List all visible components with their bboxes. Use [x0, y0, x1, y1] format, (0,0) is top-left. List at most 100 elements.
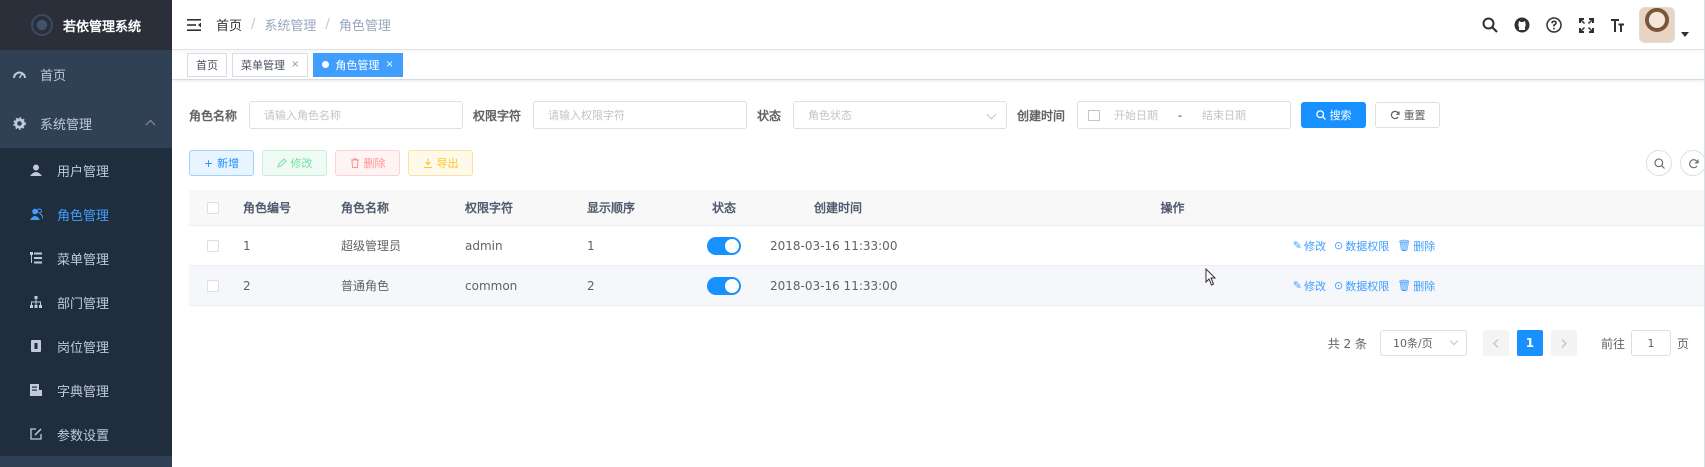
sidebar-item-label: 用户管理 [57, 164, 110, 180]
search-icon [1315, 110, 1326, 120]
sidebar-item-dict[interactable]: 字典管理 [0, 368, 172, 412]
cell-sort: 2 [587, 278, 595, 293]
avatar[interactable] [1639, 7, 1675, 43]
reset-button[interactable]: 重置 [1375, 102, 1441, 128]
export-button-label: 导出 [436, 157, 459, 170]
user-icon [29, 163, 43, 177]
col-header-key: 权限字符 [465, 201, 514, 215]
row-edit-link[interactable]: ✎ 修改 [1293, 238, 1326, 254]
cell-status [684, 276, 764, 295]
delete-button-label: 删除 [363, 157, 386, 170]
sidebar-item-config[interactable]: 参数设置 [0, 412, 172, 456]
tag-home[interactable]: 首页 [187, 52, 227, 77]
page-jumper: 前往 页 [1601, 330, 1689, 356]
status-select[interactable]: 角色状态 [793, 101, 1008, 129]
menu-fold-icon [187, 18, 201, 31]
role-key-input[interactable]: 请输入权限字符 [533, 101, 748, 129]
app-title: 若依管理系统 [62, 19, 141, 35]
checkbox-box[interactable] [207, 239, 219, 252]
app-root: 若依管理系统 首页 系统管理 用户管理 角色管理 菜单管理 部门管理 岗位管理 … [0, 0, 1705, 467]
chevron-left-icon [1493, 338, 1499, 348]
status-switch[interactable] [707, 236, 741, 255]
caret-down-icon[interactable] [1681, 31, 1689, 37]
add-button[interactable]: + 新增 [189, 150, 254, 176]
sidebar: 若依管理系统 首页 系统管理 用户管理 角色管理 菜单管理 部门管理 岗位管理 … [0, 0, 172, 467]
fullscreen-icon[interactable] [1575, 14, 1597, 36]
page-number-current[interactable]: 1 [1516, 330, 1543, 356]
font-size-icon[interactable] [1607, 14, 1629, 36]
role-name-placeholder: 请输入角色名称 [264, 109, 342, 122]
page-suffix: 页 [1676, 336, 1689, 351]
tag-roles[interactable]: 角色管理 × [313, 52, 403, 77]
row-data-scope-link[interactable]: ⊙ 数据权限 [1334, 238, 1389, 254]
role-name-input[interactable]: 请输入角色名称 [249, 101, 464, 129]
sidebar-item-users[interactable]: 用户管理 [0, 148, 172, 192]
sidebar-item-label: 角色管理 [57, 208, 110, 224]
cell-sort: 1 [587, 238, 595, 253]
table-row[interactable]: 2 普通角色 common 2 2018-03-16 11:33:00 ✎ 修改 … [189, 266, 1705, 306]
sidebar-item-roles[interactable]: 角色管理 [0, 192, 172, 236]
tag-label: 首页 [196, 58, 218, 72]
search-button[interactable]: 搜索 [1301, 102, 1367, 128]
row-edit-link[interactable]: ✎ 修改 [1293, 278, 1326, 294]
search-form: 角色名称 请输入角色名称 权限字符 请输入权限字符 状态 角色状态 创建时间 开… [189, 100, 1688, 130]
cell-created: 2018-03-16 11:33:00 [770, 238, 898, 253]
logo[interactable]: 若依管理系统 [0, 0, 172, 50]
tag-label: 角色管理 [335, 58, 380, 72]
refresh-icon [1390, 110, 1400, 120]
question-icon[interactable] [1543, 14, 1565, 36]
checkbox-box[interactable] [207, 279, 219, 292]
edit-icon: ✎ [1292, 279, 1303, 292]
add-button-label: 新增 [217, 157, 240, 170]
github-icon[interactable] [1511, 14, 1533, 36]
toggle-search-button[interactable] [1646, 150, 1672, 176]
sidebar-item-menus[interactable]: 菜单管理 [0, 236, 172, 280]
breadcrumb-home[interactable]: 首页 [216, 15, 242, 34]
sidebar-item-posts[interactable]: 岗位管理 [0, 324, 172, 368]
row-checkbox[interactable] [189, 279, 237, 292]
cell-id: 1 [243, 238, 251, 253]
goto-page-input[interactable] [1630, 330, 1671, 356]
sidebar-item-depts[interactable]: 部门管理 [0, 280, 172, 324]
tag-menus[interactable]: 菜单管理 × [232, 52, 309, 77]
row-delete-link[interactable]: 🗑 删除 [1397, 278, 1435, 294]
edit-button[interactable]: 修改 [262, 150, 327, 176]
navbar: 首页 / 系统管理 / 角色管理 [172, 0, 1705, 50]
pagination: 共 2 条 10条/页 1 前往 页 [1328, 330, 1689, 356]
close-icon[interactable]: × [385, 59, 393, 70]
sidebar-item-home[interactable]: 首页 [0, 50, 172, 98]
prev-page-button[interactable] [1482, 330, 1509, 356]
date-range-picker[interactable]: 开始日期 - 结束日期 [1077, 101, 1292, 129]
sidebar-item-system[interactable]: 系统管理 [0, 98, 172, 148]
chevron-up-icon [145, 119, 156, 130]
end-date-placeholder[interactable]: 结束日期 [1202, 107, 1246, 123]
search-icon[interactable] [1479, 14, 1501, 36]
hamburger-button[interactable] [172, 0, 216, 50]
cell-key: common [465, 278, 518, 293]
close-icon[interactable]: × [291, 59, 299, 70]
status-switch[interactable] [707, 276, 741, 295]
col-header-created: 创建时间 [813, 201, 862, 215]
main-area: 首页 / 系统管理 / 角色管理 首页 菜单管理 × 角色管理 × 角色名称 请… [172, 0, 1705, 467]
export-button[interactable]: 导出 [408, 150, 473, 176]
created-time-label: 创建时间 [1017, 108, 1066, 123]
tree-table-icon [29, 251, 43, 265]
row-data-scope-link[interactable]: ⊙ 数据权限 [1334, 278, 1389, 294]
col-header-ops: 操作 [1160, 201, 1185, 215]
refresh-table-button[interactable] [1680, 150, 1705, 176]
row-checkbox[interactable] [189, 239, 237, 252]
checkbox-box[interactable] [207, 201, 219, 214]
col-header-sort: 显示顺序 [587, 201, 636, 215]
select-all-checkbox[interactable] [189, 201, 237, 214]
row-delete-link[interactable]: 🗑 删除 [1397, 238, 1435, 254]
col-header-id: 角色编号 [243, 201, 292, 215]
switch-knob [725, 238, 739, 253]
start-date-placeholder[interactable]: 开始日期 [1114, 107, 1158, 123]
content: 角色名称 请输入角色名称 权限字符 请输入权限字符 状态 角色状态 创建时间 开… [172, 80, 1705, 306]
next-page-button[interactable] [1550, 330, 1577, 356]
page-size-select[interactable]: 10条/页 [1379, 330, 1467, 356]
delete-button[interactable]: 删除 [335, 150, 400, 176]
row-delete-label: 删除 [1413, 239, 1436, 253]
table-row[interactable]: 1 超级管理员 admin 1 2018-03-16 11:33:00 ✎ 修改 … [189, 226, 1705, 266]
breadcrumb-separator: / [251, 17, 256, 32]
